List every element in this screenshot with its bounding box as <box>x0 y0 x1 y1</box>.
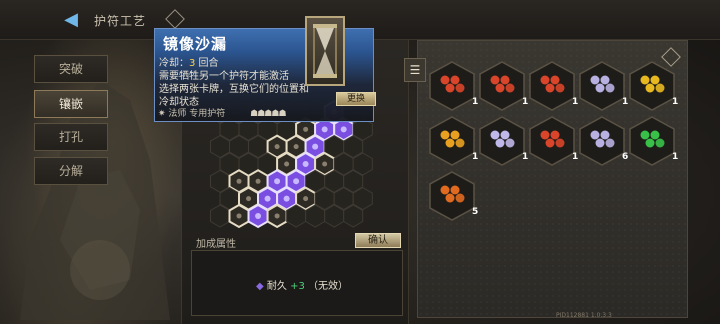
gem-core <box>274 178 281 185</box>
game-screen: ◀ 护符工艺 突破 镶嵌 打孔 分解 镜像沙漏 冷却：3 回合 需要牺牲另一个护… <box>0 0 720 324</box>
gem-core <box>321 126 328 133</box>
hex-cell[interactable] <box>324 204 345 228</box>
socket-dot <box>236 178 242 184</box>
socket-dot <box>284 161 290 167</box>
item-count: 1 <box>672 97 679 107</box>
page-title: 护符工艺 <box>94 14 147 28</box>
tab-inlay[interactable]: 镶嵌 <box>34 90 108 118</box>
hex-cell[interactable] <box>343 204 364 228</box>
stat-note: （无效） <box>308 281 349 292</box>
gem-icon: ◆ <box>256 281 264 292</box>
gem-core <box>283 195 290 202</box>
gem-cluster-icon <box>479 116 525 166</box>
filter-icon[interactable]: ☰ <box>404 58 426 82</box>
swap-button[interactable]: 更换 <box>336 92 376 106</box>
gem-cluster-icon <box>629 61 675 111</box>
socket-dot <box>293 144 299 150</box>
socket-dot <box>246 196 252 202</box>
gem-core <box>340 126 347 133</box>
gem-cluster-icon <box>479 61 525 111</box>
gem-core <box>255 212 262 219</box>
socket-dot <box>303 196 309 202</box>
gem-core <box>264 195 271 202</box>
rank-stars: ☗☗☗☗☗ <box>250 109 286 119</box>
inventory-slot[interactable]: 1 <box>428 60 478 112</box>
gem-core <box>293 178 300 185</box>
socket-dot <box>322 161 328 167</box>
socket-dot <box>274 213 280 219</box>
class-restriction: ✷ 法师 专用护符 ☗☗☗☗☗ <box>158 106 338 120</box>
gem-core <box>312 143 319 150</box>
inventory-slot[interactable]: 1 <box>478 60 528 112</box>
inventory-slot[interactable]: 1 <box>428 115 478 167</box>
stat-value: +3 <box>290 281 305 292</box>
gem-cluster-icon <box>429 61 475 111</box>
inventory-slot[interactable]: 1 <box>628 60 679 112</box>
item-count: 1 <box>672 152 679 162</box>
mage-icon: ✷ <box>158 109 166 119</box>
gem-cluster-icon <box>529 116 575 166</box>
inventory-slot[interactable]: 1 <box>528 115 578 167</box>
gem-cluster-icon <box>429 116 475 166</box>
inventory-slot[interactable]: 1 <box>478 115 528 167</box>
hourglass-card-icon[interactable] <box>305 16 345 86</box>
gem-cluster-icon <box>579 61 625 111</box>
inventory-slot[interactable]: 5 <box>428 170 479 222</box>
tab-punch[interactable]: 打孔 <box>34 123 108 151</box>
gem-cluster-icon <box>529 61 575 111</box>
inventory-slot[interactable]: 1 <box>578 60 628 112</box>
hex-cell[interactable] <box>210 204 230 228</box>
tooltip-title: 镜像沙漏 <box>163 35 228 53</box>
bonus-header: 加成属性 <box>196 239 236 250</box>
inventory-slot[interactable]: 1 <box>528 60 578 112</box>
stat-name: 耐久 <box>266 281 287 292</box>
socket-dot <box>303 126 309 132</box>
build-id: PID112881 1.0.3.3 <box>556 312 612 319</box>
inventory-slot[interactable]: 6 <box>578 115 628 167</box>
socket-dot <box>274 144 280 150</box>
class-label: 法师 专用护符 <box>168 109 226 119</box>
bonus-stat: ◆ 耐久 +3 （无效） <box>256 277 348 292</box>
confirm-button[interactable]: 确认 <box>355 233 401 248</box>
tab-breakthrough[interactable]: 突破 <box>34 55 108 83</box>
gem-cluster-icon <box>429 171 475 221</box>
inventory-slot[interactable]: 1 <box>628 115 679 167</box>
tab-decompose[interactable]: 分解 <box>34 157 108 185</box>
hex-cell[interactable] <box>305 204 326 228</box>
gem-core <box>302 160 309 167</box>
back-arrow-icon[interactable]: ◀ <box>58 10 84 30</box>
gem-cluster-icon <box>579 116 625 166</box>
socket-dot <box>255 178 261 184</box>
socket-dot <box>236 213 242 219</box>
gem-cluster-icon <box>629 116 675 166</box>
item-count: 5 <box>472 207 479 217</box>
hex-cell[interactable] <box>286 204 307 228</box>
